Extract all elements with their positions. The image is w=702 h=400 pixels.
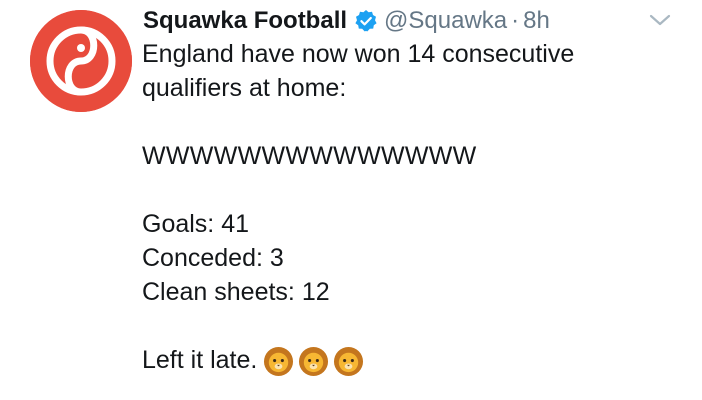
tweet-timestamp[interactable]: 8h: [523, 7, 550, 35]
tweet-text: England have now won 14 consecutive qual…: [142, 37, 682, 377]
chevron-down-icon[interactable]: [648, 12, 672, 28]
author-handle[interactable]: @Squawka: [384, 7, 507, 35]
win-streak: WWWWWWWWWWWWWW: [142, 142, 477, 170]
author-name[interactable]: Squawka Football: [143, 7, 347, 35]
lion-face-icon: [334, 346, 364, 376]
squawka-logo-icon: [30, 10, 132, 112]
tweet-header: Squawka Football @Squawka · 8h: [143, 4, 550, 38]
tweet: Squawka Football @Squawka · 8h England h…: [0, 0, 702, 400]
avatar[interactable]: [30, 10, 132, 112]
tweet-line-2: qualifiers at home:: [142, 74, 347, 102]
lion-face-icon: [299, 346, 329, 376]
conceded-stat: Conceded: 3: [142, 244, 284, 272]
clean-sheets-stat: Clean sheets: 12: [142, 278, 330, 306]
lion-emojis: [263, 346, 364, 377]
tweet-line-1: England have now won 14 consecutive: [142, 40, 575, 68]
separator-dot: ·: [511, 7, 520, 34]
closing-text: Left it late.: [142, 346, 258, 374]
goals-stat: Goals: 41: [142, 210, 250, 238]
lion-face-icon: [264, 346, 294, 376]
verified-badge-icon: [355, 10, 377, 32]
closing-line: Left it late.: [142, 343, 682, 377]
